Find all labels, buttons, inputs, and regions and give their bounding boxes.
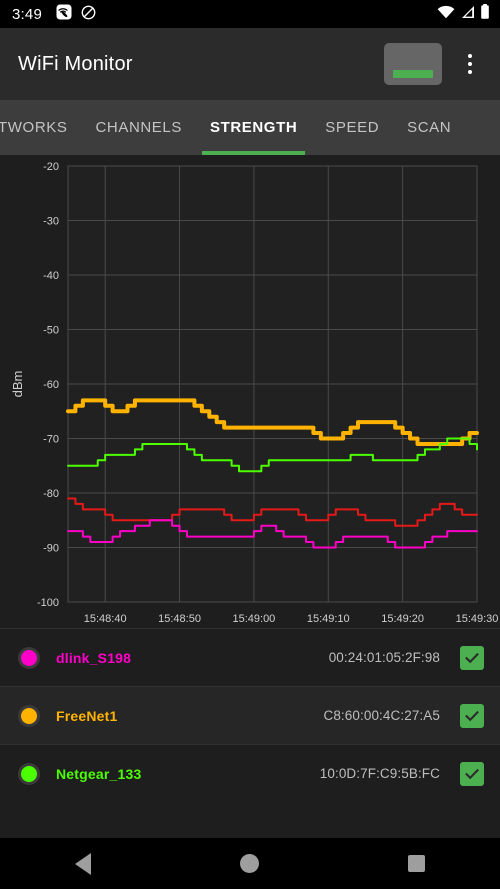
- network-color-dot-icon: [18, 647, 40, 669]
- x-axis-tick-label: 15:48:50: [158, 613, 201, 625]
- network-bssid: 10:0D:7F:C9:5B:FC: [320, 766, 440, 781]
- recents-square-icon: [408, 855, 425, 872]
- tab-speed[interactable]: SPEED: [311, 100, 393, 155]
- tab-scan-label: SCAN: [407, 119, 451, 136]
- y-axis-tick-label: -30: [43, 216, 59, 228]
- tab-strength[interactable]: STRENGTH: [196, 100, 311, 155]
- color-swatch: [21, 766, 37, 782]
- network-color-dot-icon: [18, 763, 40, 785]
- page-title: WiFi Monitor: [18, 53, 133, 76]
- check-icon: [464, 650, 480, 666]
- table-row[interactable]: dlink_S198 00:24:01:05:2F:98: [0, 628, 500, 686]
- network-bssid: 00:24:01:05:2F:98: [329, 650, 440, 665]
- network-visibility-checkbox[interactable]: [460, 646, 484, 670]
- network-legend-list: dlink_S198 00:24:01:05:2F:98 FreeNet1 C8…: [0, 628, 500, 802]
- tab-networks-label: NETWORKS: [0, 119, 67, 136]
- table-row[interactable]: Netgear_133 10:0D:7F:C9:5B:FC: [0, 744, 500, 802]
- tab-channels[interactable]: CHANNELS: [81, 100, 196, 155]
- nav-recents-button[interactable]: [382, 838, 452, 889]
- x-axis-tick-label: 15:49:10: [307, 613, 350, 625]
- overflow-dot-3: [468, 70, 472, 74]
- app-bar: WiFi Monitor: [0, 28, 500, 100]
- y-axis-tick-label: -70: [43, 434, 59, 446]
- y-axis-tick-label: -40: [43, 270, 59, 282]
- nav-home-button[interactable]: [215, 838, 285, 889]
- signal-level-button[interactable]: [384, 43, 442, 85]
- status-bar-system-icons: [437, 4, 490, 24]
- tab-scan[interactable]: SCAN: [393, 100, 465, 155]
- color-swatch: [21, 650, 37, 666]
- color-swatch: [21, 708, 37, 724]
- tab-speed-label: SPEED: [325, 119, 379, 136]
- y-axis-tick-label: -50: [43, 325, 59, 337]
- x-axis-tick-label: 15:48:40: [84, 613, 127, 625]
- tab-channels-label: CHANNELS: [95, 119, 182, 136]
- status-bar: 3:49: [0, 0, 500, 28]
- tab-strength-label: STRENGTH: [210, 119, 297, 136]
- network-color-dot-icon: [18, 705, 40, 727]
- y-axis-tick-label: -80: [43, 488, 59, 500]
- check-icon: [464, 766, 480, 782]
- y-axis-tick-label: -100: [37, 597, 59, 609]
- signal-strength-chart: -20 -30 -40 -50 -60 -70 -80 -90 -100 15:48:40 15:4…: [0, 155, 500, 628]
- y-axis-tick-label: -60: [43, 379, 59, 391]
- back-triangle-icon: [75, 853, 91, 875]
- network-ssid: FreeNet1: [56, 708, 118, 724]
- battery-icon: [480, 4, 490, 24]
- cellular-signal-icon: [460, 5, 475, 23]
- overflow-dot-2: [468, 62, 472, 66]
- tab-bar[interactable]: NETWORKS CHANNELS STRENGTH SPEED SCAN: [0, 100, 500, 155]
- nav-back-button[interactable]: [48, 838, 118, 889]
- check-icon: [464, 708, 480, 724]
- status-bar-clock: 3:49: [12, 6, 42, 23]
- overflow-menu-icon[interactable]: [452, 41, 488, 87]
- app-root: 3:49: [0, 0, 500, 889]
- status-bar-notification-icons: [56, 4, 96, 24]
- network-ssid: Netgear_133: [56, 766, 141, 782]
- wifi-calling-icon: [56, 4, 72, 24]
- x-axis-tick-label: 15:49:30: [456, 613, 499, 625]
- table-row[interactable]: FreeNet1 C8:60:00:4C:27:A5: [0, 686, 500, 744]
- network-bssid: C8:60:00:4C:27:A5: [323, 708, 440, 723]
- android-navigation-bar: [0, 838, 500, 889]
- signal-level-indicator-icon: [393, 70, 433, 78]
- tab-networks[interactable]: NETWORKS: [0, 100, 81, 155]
- x-axis-tick-label: 15:49:00: [232, 613, 275, 625]
- home-circle-icon: [240, 854, 259, 873]
- network-ssid: dlink_S198: [56, 650, 131, 666]
- network-visibility-checkbox[interactable]: [460, 762, 484, 786]
- do-not-disturb-icon: [81, 5, 96, 24]
- y-axis-tick-label: -90: [43, 543, 59, 555]
- wifi-icon: [437, 5, 455, 23]
- y-axis-title: dBm: [10, 371, 25, 398]
- signal-strength-chart-svg: -20 -30 -40 -50 -60 -70 -80 -90 -100 15:48:40 15:4…: [0, 155, 500, 628]
- network-visibility-checkbox[interactable]: [460, 704, 484, 728]
- x-axis-tick-label: 15:49:20: [381, 613, 424, 625]
- y-axis-tick-label: -20: [43, 161, 59, 173]
- overflow-dot-1: [468, 54, 472, 58]
